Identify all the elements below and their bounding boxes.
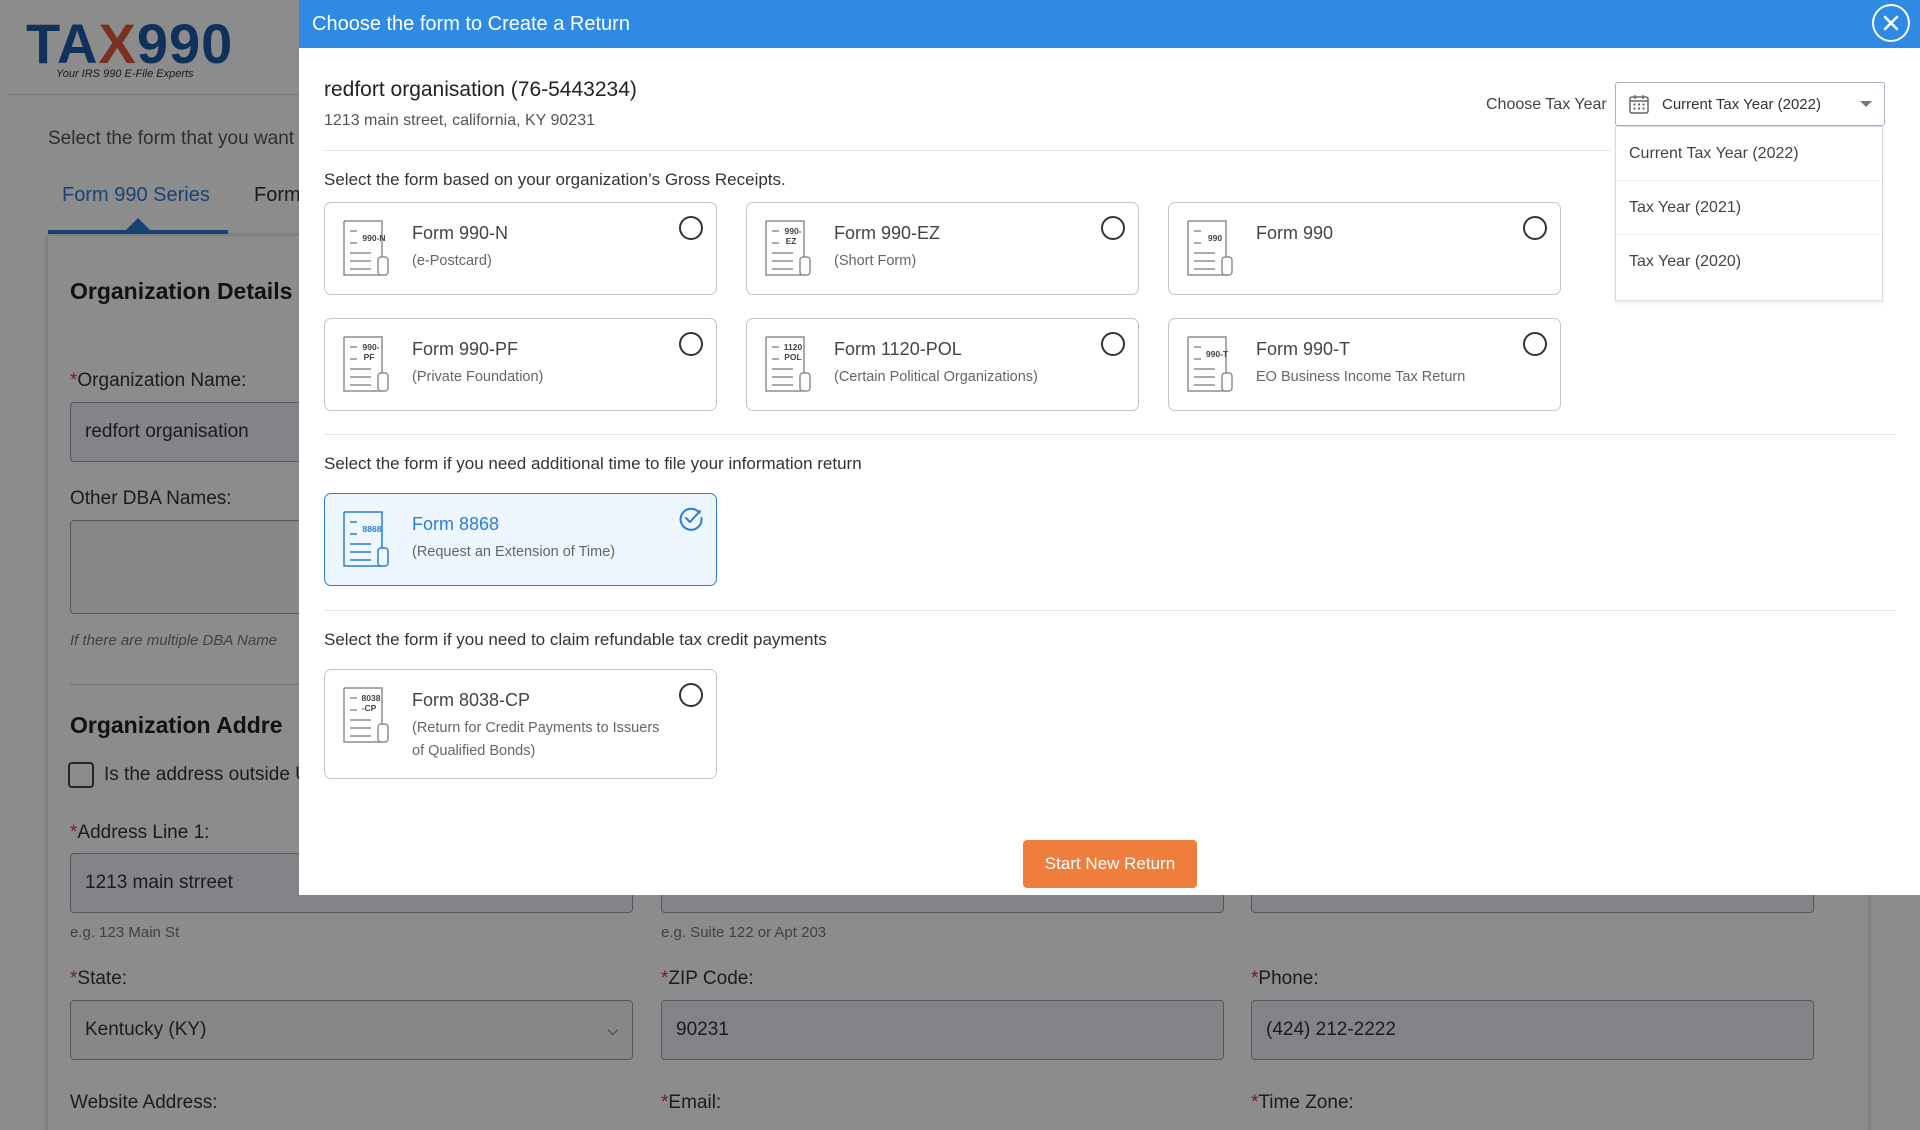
org-name-ein: redfort organisation (76-5443234)	[324, 78, 637, 101]
radio-button[interactable]	[679, 216, 703, 240]
radio-button[interactable]	[1523, 216, 1547, 240]
document-icon: 990	[1187, 220, 1233, 276]
svg-text:POL: POL	[784, 352, 801, 362]
tax-year-dropdown: Current Tax Year (2022) Tax Year (2021) …	[1615, 126, 1883, 301]
close-button[interactable]	[1872, 4, 1910, 42]
tax-year-option-2022[interactable]: Current Tax Year (2022)	[1616, 127, 1882, 181]
svg-text:8868: 8868	[363, 524, 382, 534]
form-card-990-ez[interactable]: 990- EZ Form 990-EZ (Short Form)	[746, 202, 1139, 295]
form-card-8038-cp[interactable]: 8038 -CP Form 8038-CP (Return for Credit …	[324, 669, 717, 779]
document-icon: 1120POL	[765, 336, 811, 392]
form-description: (Certain Political Organizations)	[834, 369, 1038, 385]
form-name: Form 8038-CP	[412, 690, 531, 710]
form-description: EO Business Income Tax Return	[1256, 369, 1466, 385]
form-card-1120-pol[interactable]: 1120 POL Form 1120-POL (Certain Political…	[746, 318, 1139, 411]
radio-button[interactable]	[1101, 332, 1125, 356]
radio-button[interactable]	[1101, 216, 1125, 240]
radio-button[interactable]	[679, 683, 703, 707]
section-label-tax-credit: Select the form if you need to claim ref…	[324, 630, 827, 649]
form-card-8868[interactable]: 8868 Form 8868 (Request an Extension of …	[324, 493, 717, 586]
org-address: 1213 main street, california, KY 90231	[324, 112, 595, 129]
form-name: Form 990-PF	[412, 339, 519, 359]
form-name: Form 990-EZ	[834, 223, 941, 243]
modal-title: Choose the form to Create a Return	[312, 12, 630, 35]
document-icon: 990-EZ	[765, 220, 811, 276]
caret-down-icon	[1860, 101, 1872, 107]
modal-header: Choose the form to Create a Return	[299, 0, 1920, 48]
form-description: (Return for Credit Payments to Issuers o…	[412, 720, 660, 759]
document-icon: 8038-CP	[343, 687, 389, 743]
svg-text:1120: 1120	[784, 342, 803, 352]
form-name: Form 8868	[412, 514, 500, 534]
svg-text:8038: 8038	[362, 693, 381, 703]
section-label-gross-receipts: Select the form based on your organizati…	[324, 170, 786, 189]
section-label-extension: Select the form if you need additional t…	[324, 454, 862, 473]
form-name: Form 990	[1256, 223, 1334, 243]
divider	[324, 610, 1896, 611]
tax-year-select[interactable]: Current Tax Year (2022)	[1615, 82, 1885, 126]
tax-year-option-2020[interactable]: Tax Year (2020)	[1616, 235, 1882, 289]
svg-text:990-T: 990-T	[1206, 349, 1229, 359]
document-icon: 990-PF	[343, 336, 389, 392]
form-card-990-pf[interactable]: 990- PF Form 990-PF (Private Foundation)	[324, 318, 717, 411]
svg-text:EZ: EZ	[786, 236, 797, 246]
form-description: (e-Postcard)	[412, 253, 492, 269]
radio-button[interactable]	[1523, 332, 1547, 356]
divider	[324, 150, 1611, 151]
document-icon: 990-N	[343, 220, 389, 276]
close-icon	[1874, 6, 1908, 40]
svg-text:990: 990	[1208, 233, 1222, 243]
form-card-990-n[interactable]: 990-N Form 990-N (e-Postcard)	[324, 202, 717, 295]
document-icon: 8868	[343, 511, 389, 567]
document-icon: 990-T	[1187, 336, 1233, 392]
check-circle-icon[interactable]	[678, 505, 704, 531]
divider	[324, 434, 1896, 435]
calendar-icon	[1629, 95, 1649, 114]
form-description: (Short Form)	[834, 253, 917, 269]
svg-text:990-N: 990-N	[362, 233, 385, 243]
form-card-990[interactable]: 990 Form 990	[1168, 202, 1561, 295]
form-description: (Private Foundation)	[412, 369, 544, 385]
form-name: Form 990-N	[412, 223, 509, 243]
svg-text:PF: PF	[364, 352, 375, 362]
form-description: (Request an Extension of Time)	[412, 544, 616, 560]
form-name: Form 1120-POL	[834, 339, 962, 359]
tax-year-option-2021[interactable]: Tax Year (2021)	[1616, 181, 1882, 235]
create-return-modal: Choose the form to Create a Return redfo…	[299, 0, 1920, 895]
radio-button[interactable]	[679, 332, 703, 356]
tax-year-label: Choose Tax Year	[1486, 96, 1607, 113]
form-card-990-t[interactable]: 990-T Form 990-T EO Business Income Tax …	[1168, 318, 1561, 411]
svg-text:-CP: -CP	[362, 703, 377, 713]
svg-text:990-: 990-	[784, 226, 801, 236]
tax-year-selected-value: Current Tax Year (2022)	[1662, 95, 1821, 113]
start-new-return-button[interactable]: Start New Return	[1023, 840, 1197, 888]
form-name: Form 990-T	[1256, 339, 1351, 359]
svg-text:990-: 990-	[362, 342, 379, 352]
